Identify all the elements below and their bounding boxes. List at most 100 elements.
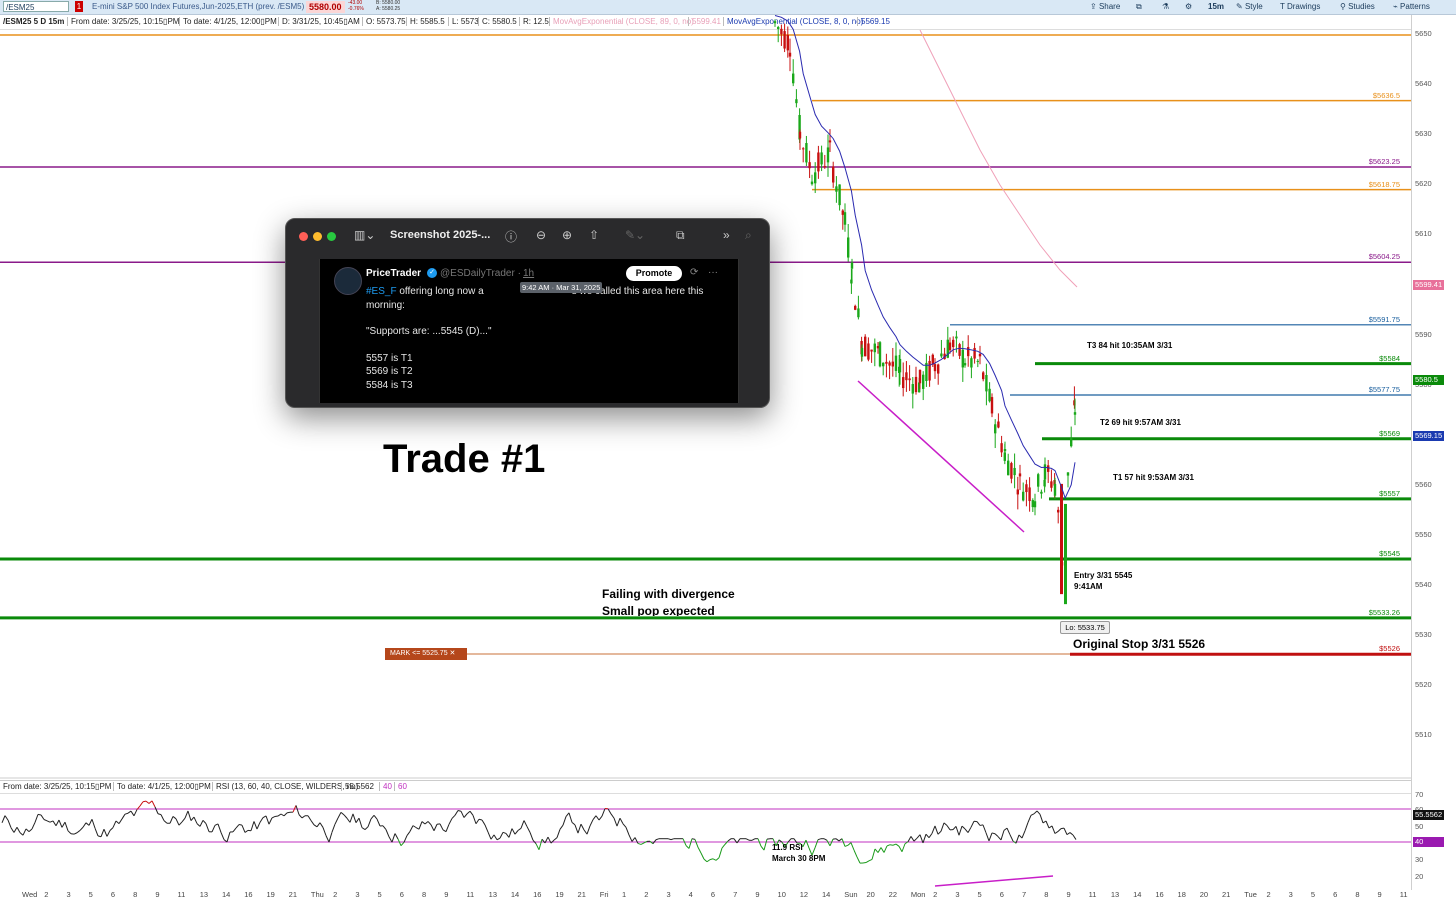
time-axis-tick: Mon (910, 890, 926, 899)
sidebar-toggle-icon[interactable]: ▥⌄ (354, 228, 375, 242)
rsi-segment (193, 816, 198, 824)
time-axis-tick: 12 (799, 890, 809, 899)
trend-lines (857, 380, 1054, 887)
rsi-segment (751, 838, 756, 841)
screenshot-preview-window[interactable]: ▥⌄ Screenshot 2025-... ⓘ ⊖ ⊕ ⇧ ✎⌄ ⧉ » ⌕ … (285, 218, 770, 408)
candle-body (832, 166, 835, 183)
candle-body (1040, 491, 1043, 494)
rsi-segment (418, 821, 423, 830)
minimize-window-button[interactable] (313, 232, 322, 241)
rsi-segment (880, 847, 885, 853)
rsi-segment (715, 857, 720, 861)
price-axis-tick: 5650 (1415, 29, 1432, 38)
candle-body (902, 377, 905, 389)
rsi-segment (163, 820, 168, 824)
zoom-window-button[interactable] (327, 232, 336, 241)
rsi-segment (139, 801, 144, 807)
time-axis-tick: 16 (1155, 890, 1164, 899)
verified-badge-icon: ✓ (427, 268, 437, 278)
rsi-segment (1021, 830, 1026, 839)
rsi-segment (565, 812, 570, 817)
rsi-segment (328, 832, 333, 843)
candle-body (1066, 472, 1070, 476)
rsi-panel (0, 800, 1411, 864)
rsi-segment (268, 817, 273, 825)
rotate-icon[interactable]: ⧉ (676, 228, 685, 243)
tweet-author-handle[interactable]: @ESDailyTrader · (440, 268, 521, 279)
rsi-segment (463, 813, 468, 818)
candle-body (985, 375, 988, 392)
ema-lines (774, 15, 1078, 500)
rsi-segment (874, 848, 879, 853)
rsi-segment (364, 826, 369, 830)
rsi-segment (1039, 814, 1044, 824)
window-titlebar[interactable]: ▥⌄ Screenshot 2025-... ⓘ ⊖ ⊕ ⇧ ✎⌄ ⧉ » ⌕ (286, 219, 769, 253)
rsi-segment (337, 812, 342, 819)
promote-button[interactable]: Promote (626, 266, 682, 281)
rsi-segment (142, 800, 147, 803)
rsi-segment (421, 821, 426, 825)
rsi-segment (970, 821, 975, 828)
rsi-segment (439, 823, 444, 831)
rsi-line (1, 800, 1077, 864)
time-axis-tick: 20 (866, 890, 875, 899)
price-level-label: $5636.5 (1372, 90, 1400, 100)
zoom-out-icon[interactable]: ⊖ (536, 228, 546, 242)
time-axis-tick: 21 (1222, 890, 1231, 899)
rsi-value: 55.5562 (341, 782, 374, 791)
rsi-segment (55, 819, 60, 826)
rsi-segment (508, 828, 513, 838)
ema8-line (774, 15, 1076, 500)
candle-body (918, 369, 922, 384)
price-level-label: $5545 (1379, 549, 1400, 559)
hashtag-link[interactable]: #ES_F (366, 286, 397, 297)
more-options-icon[interactable]: ··· (708, 267, 718, 278)
rsi-segment (877, 847, 882, 853)
rsi-divergence-line[interactable] (934, 875, 1054, 887)
rsi-segment (382, 825, 387, 830)
time-axis-tick: 16 (533, 890, 542, 899)
rsi-segment (700, 852, 705, 860)
avatar[interactable] (334, 267, 362, 295)
rsi-segment (619, 817, 624, 825)
rsi-segment (925, 833, 930, 839)
time-axis-tick: 19 (266, 890, 275, 899)
rsi-segment (346, 817, 351, 823)
rsi-info-bar: From date: 3/25/25, 10:15▯PM To date: 4/… (0, 780, 1411, 794)
rsi-segment (703, 858, 708, 863)
candle-body (817, 152, 820, 172)
tweet-author-name[interactable]: PriceTrader (366, 268, 421, 279)
wedge-trendline[interactable] (857, 380, 1025, 533)
markup-icon[interactable]: ✎⌄ (625, 228, 645, 242)
info-icon[interactable]: ⓘ (505, 228, 517, 245)
search-icon[interactable]: ⌕ (745, 228, 752, 243)
share-icon[interactable]: ⇧ (589, 228, 599, 242)
rsi-segment (121, 813, 126, 820)
rsi-segment (637, 842, 642, 845)
rsi-segment (10, 827, 15, 833)
candle-body (798, 131, 802, 139)
rsi-axis-tick: 70 (1415, 790, 1424, 799)
rsi-segment (220, 832, 225, 840)
failing-note: Failing with divergence (602, 587, 735, 601)
zoom-in-icon[interactable]: ⊕ (562, 228, 572, 242)
price-chart[interactable] (0, 0, 1456, 904)
candle-body (1047, 465, 1050, 472)
time-axis-tick: 21 (577, 890, 586, 899)
rsi-segment (400, 841, 405, 847)
rsi-segment (901, 843, 906, 852)
mark-order-label[interactable]: MARK <= 5525.75 ✕ (385, 648, 467, 660)
rsi-segment (199, 820, 204, 827)
rsi-segment (490, 834, 495, 840)
close-window-button[interactable] (299, 232, 308, 241)
candle-body (1070, 438, 1073, 447)
time-axis-tick: 14 (510, 890, 520, 899)
rsi-segment (628, 834, 633, 842)
candle-body (997, 421, 1000, 428)
tweet-time[interactable]: 1h (523, 268, 534, 279)
candle-body (976, 360, 979, 362)
rsi-segment (91, 819, 96, 829)
grok-icon[interactable]: ⟳ (690, 267, 698, 278)
more-icon[interactable]: » (723, 228, 730, 242)
rsi-segment (424, 821, 429, 825)
